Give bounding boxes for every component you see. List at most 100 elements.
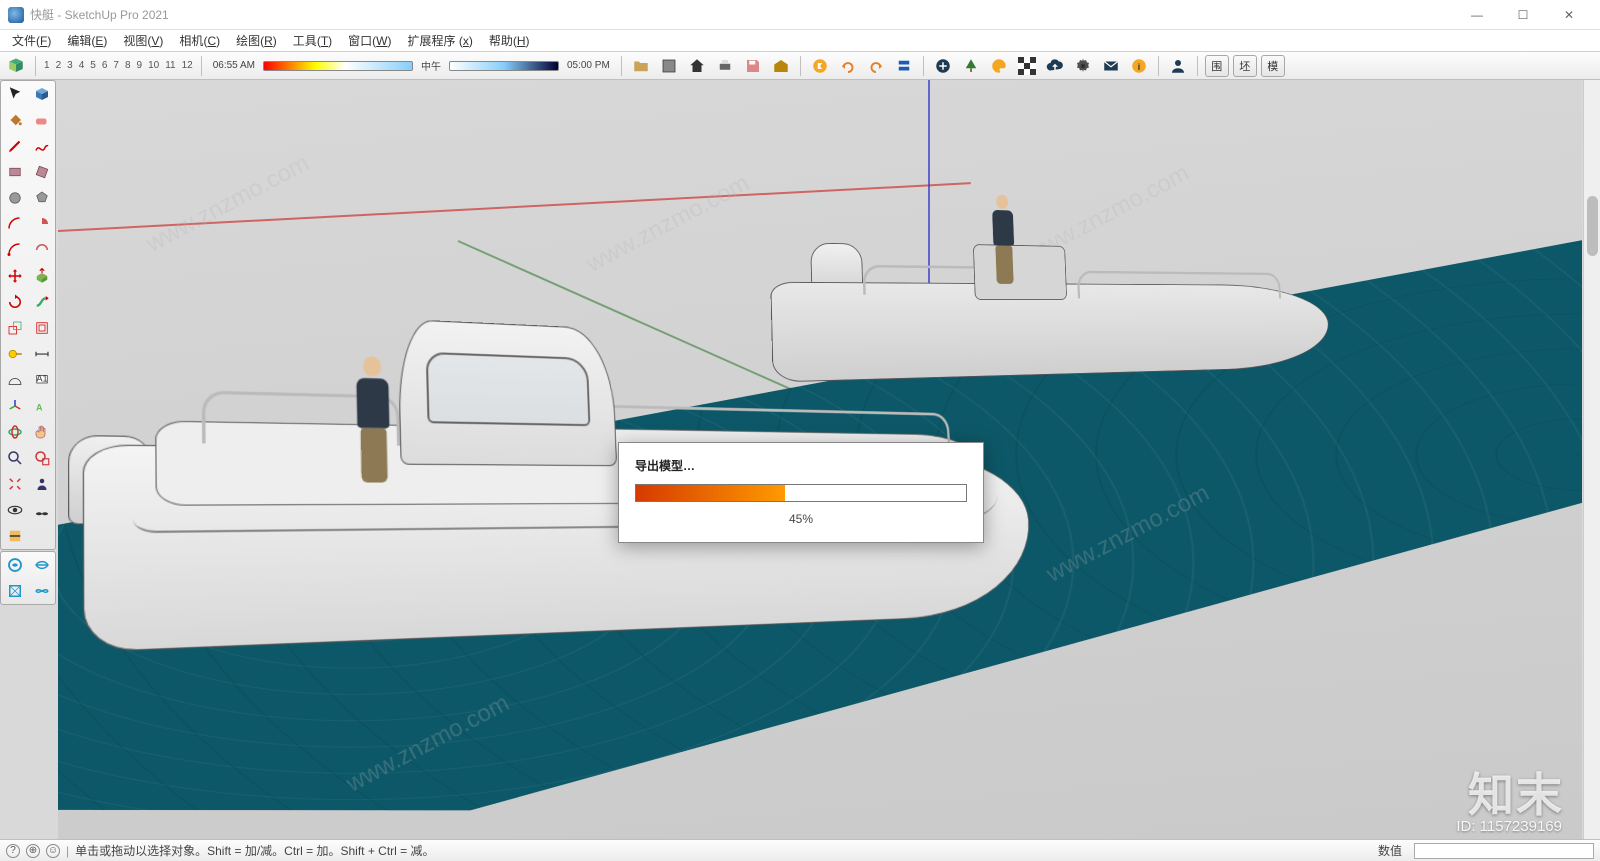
maximize-button[interactable]: ☐ [1500,0,1546,30]
open-icon[interactable] [629,54,653,78]
status-hint: 单击或拖动以选择对象。Shift = 加/减。Ctrl = 加。Shift + … [75,842,434,859]
menu-draw[interactable]: 绘图(R) [228,30,285,51]
plugin-icon-1[interactable] [1,552,28,578]
component-icon[interactable] [657,54,681,78]
polygon-tool-icon[interactable] [28,185,55,211]
shadow-noon-label: 中午 [417,58,445,73]
shadow-time-slider-2[interactable] [449,61,559,71]
info-icon[interactable]: i [1127,54,1151,78]
progress-bar [635,484,967,502]
layers-icon[interactable] [892,54,916,78]
dimension-tool-icon[interactable] [28,341,55,367]
geo-icon[interactable]: ⊕ [26,844,40,858]
svg-text:A: A [36,403,43,413]
status-bar: ? ⊕ ☺ | 单击或拖动以选择对象。Shift = 加/减。Ctrl = 加。… [0,839,1600,861]
export-progress-dialog: 导出模型… 45% [618,442,984,543]
cloud-upload-icon[interactable] [1043,54,1067,78]
shadow-time-end: 05:00 PM [563,60,614,71]
house-icon[interactable] [685,54,709,78]
rotate-tool-icon[interactable] [1,289,28,315]
text-tool-icon[interactable]: A1 [28,367,55,393]
watermark-id: ID: 1157239169 [1456,818,1562,835]
tape-tool-icon[interactable] [1,341,28,367]
progress-percent-label: 45% [635,512,967,526]
menu-file[interactable]: 文件(F) [4,30,59,51]
position-camera-tool-icon[interactable] [28,471,55,497]
scale-tool-icon[interactable] [1,315,28,341]
minimize-button[interactable]: — [1454,0,1500,30]
save-icon[interactable] [741,54,765,78]
orbit-tool-icon[interactable] [1,419,28,445]
app-icon [8,7,24,23]
rectangle-tool-icon[interactable] [1,159,28,185]
warehouse-icon[interactable] [769,54,793,78]
menu-view[interactable]: 视图(V) [115,30,171,51]
menu-window[interactable]: 窗口(W) [340,30,399,51]
followme-tool-icon[interactable] [28,289,55,315]
protractor-tool-icon[interactable] [1,367,28,393]
toolbar-text-btn-1[interactable]: 围 [1205,55,1229,77]
toolbar-text-btn-3[interactable]: 模 [1261,55,1285,77]
redo-icon[interactable] [836,54,860,78]
toolbar-text-btn-2[interactable]: 坯 [1233,55,1257,77]
eraser-tool-icon[interactable] [28,107,55,133]
dialog-title: 导出模型… [635,457,967,474]
print-icon[interactable] [713,54,737,78]
menu-extensions[interactable]: 扩展程序 (x) [400,30,481,51]
add-icon[interactable] [931,54,955,78]
mail-icon[interactable] [1099,54,1123,78]
3dtext-tool-icon[interactable]: A [28,393,55,419]
pie-tool-icon[interactable] [28,211,55,237]
tree-icon[interactable] [959,54,983,78]
rotated-rect-tool-icon[interactable] [28,159,55,185]
undo-icon[interactable] [864,54,888,78]
plugin-icon-2[interactable] [28,552,55,578]
main-toolbar: 1 2 3 4 5 6 7 8 9 10 11 12 06:55 AM 中午 0… [0,52,1600,80]
component-cube-icon[interactable] [28,81,55,107]
enscape-icon[interactable] [808,54,832,78]
walk-tool-icon[interactable] [28,497,55,523]
plugin-icon-3[interactable] [1,578,28,604]
move-tool-icon[interactable] [1,263,28,289]
menu-help[interactable]: 帮助(H) [481,30,538,51]
look-around-tool-icon[interactable] [1,497,28,523]
circle-tool-icon[interactable] [1,185,28,211]
scroll-thumb[interactable] [1587,196,1598,256]
vertical-scrollbar[interactable] [1583,80,1600,839]
arc-tool-icon[interactable] [1,211,28,237]
value-input[interactable] [1414,843,1594,859]
menu-tools[interactable]: 工具(T) [285,30,340,51]
zoom-tool-icon[interactable] [1,445,28,471]
title-bar: 快艇 - SketchUp Pro 2021 — ☐ ✕ [0,0,1600,30]
viewport[interactable]: www.znzmo.com www.znzmo.com www.znzmo.co… [58,80,1582,839]
freehand-tool-icon[interactable] [28,133,55,159]
plugin-icon-4[interactable] [28,578,55,604]
checker-icon[interactable] [1015,54,1039,78]
axes-tool-icon[interactable] [1,393,28,419]
palette-icon[interactable] [987,54,1011,78]
shadow-day[interactable]: 1 [43,60,51,71]
menu-camera[interactable]: 相机(C) [171,30,228,51]
arc2-tool-icon[interactable] [1,237,28,263]
pencil-tool-icon[interactable] [1,133,28,159]
window-title: 快艇 - SketchUp Pro 2021 [30,6,169,23]
section-tool-icon[interactable] [1,523,28,549]
arc3-tool-icon[interactable] [28,237,55,263]
user-icon[interactable] [1166,54,1190,78]
help-icon[interactable]: ? [6,844,20,858]
close-button[interactable]: ✕ [1546,0,1592,30]
menu-edit[interactable]: 编辑(E) [59,30,115,51]
pushpull-tool-icon[interactable] [28,263,55,289]
workspace: A1 A www.znzmo.co [0,80,1600,839]
zoom-extents-tool-icon[interactable] [1,471,28,497]
select-tool-icon[interactable] [1,81,28,107]
offset-tool-icon[interactable] [28,315,55,341]
model-info-icon[interactable] [4,54,28,78]
paint-bucket-tool-icon[interactable] [1,107,28,133]
pan-tool-icon[interactable] [28,419,55,445]
gear-icon[interactable] [1071,54,1095,78]
shadow-time-slider[interactable] [263,61,413,71]
svg-text:A1: A1 [36,374,47,384]
zoom-window-tool-icon[interactable] [28,445,55,471]
user-status-icon[interactable]: ☺ [46,844,60,858]
